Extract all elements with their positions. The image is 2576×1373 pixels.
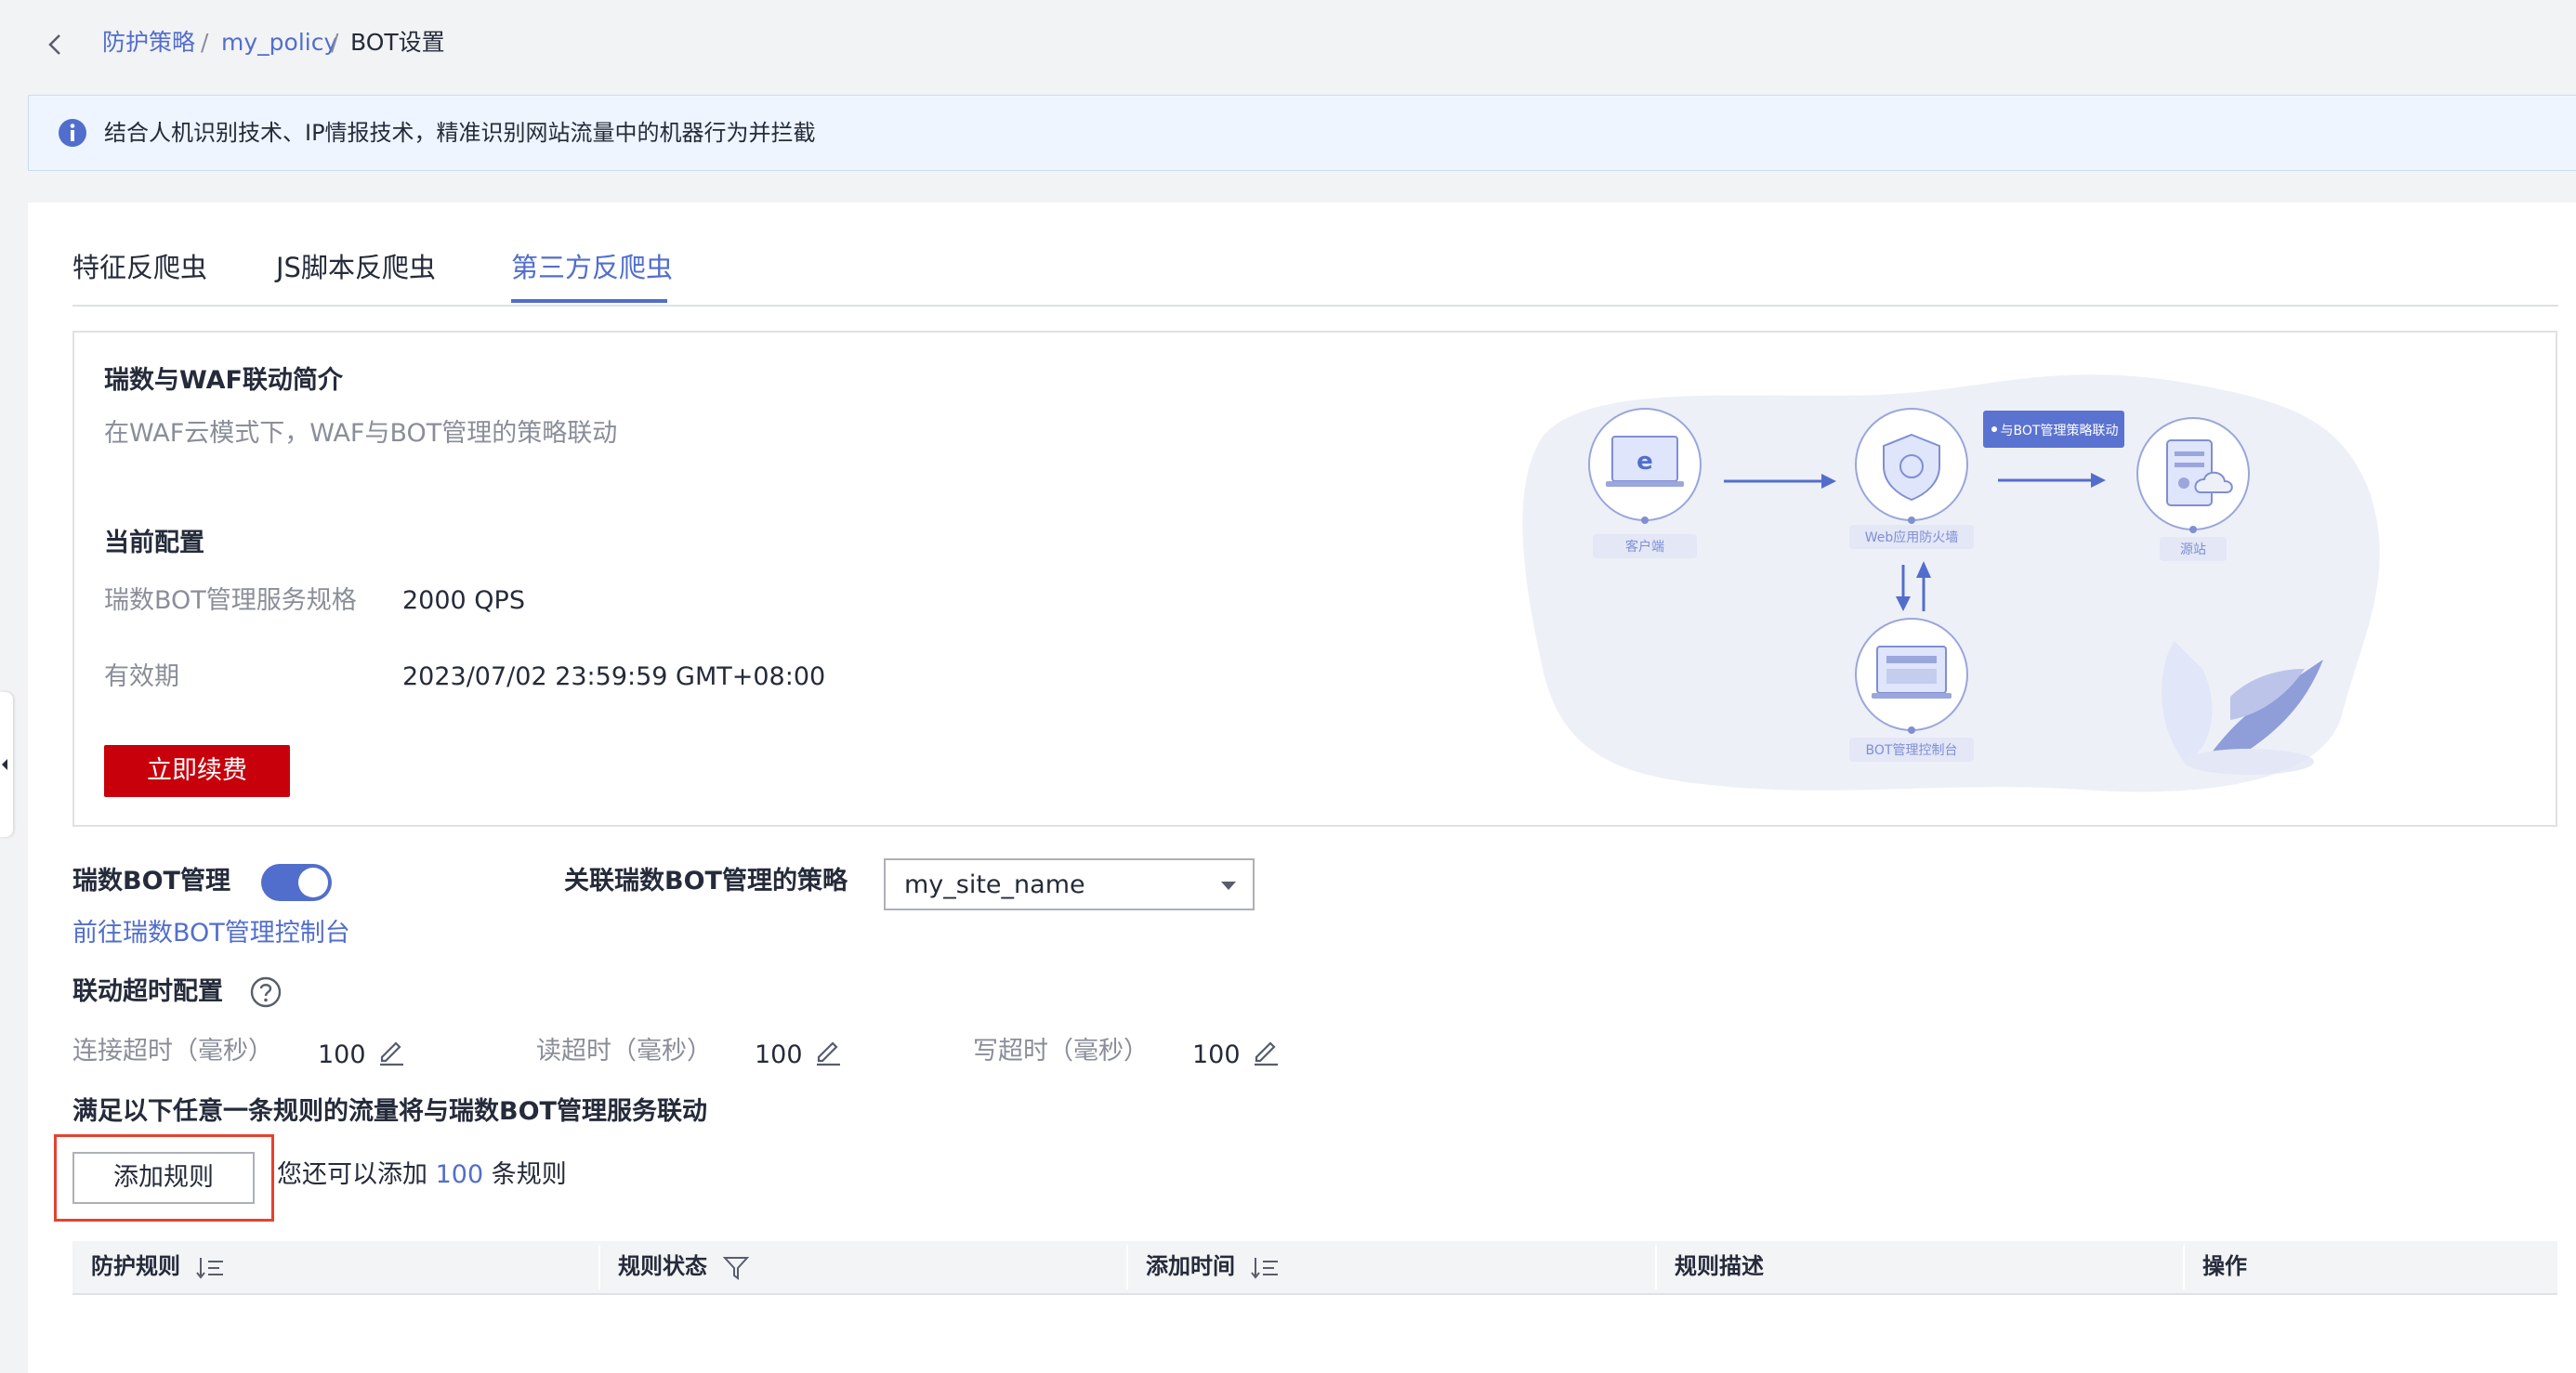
bot-management-label: 瑞数BOT管理 xyxy=(72,867,230,896)
active-tab-indicator xyxy=(511,299,667,303)
breadcrumb-separator: / xyxy=(331,29,339,56)
column-header-status: 规则状态 xyxy=(618,1253,707,1279)
read-timeout-value: 100 xyxy=(755,1040,803,1069)
svg-text:e: e xyxy=(1636,448,1653,476)
sidebar-collapse-handle[interactable] xyxy=(0,692,13,837)
origin-label: 源站 xyxy=(2180,543,2206,557)
tab-third-party-anticrawler[interactable]: 第三方反爬虫 xyxy=(511,249,673,286)
column-header-actions: 操作 xyxy=(2202,1253,2247,1279)
intro-subtitle: 在WAF云模式下，WAF与BOT管理的策略联动 xyxy=(104,419,618,448)
column-header-added-time: 添加时间 xyxy=(1146,1253,1235,1279)
current-config-title: 当前配置 xyxy=(104,529,204,557)
client-label: 客户端 xyxy=(1625,539,1664,555)
banner-text: 结合人机识别技术、IP情报技术，精准识别网站流量中的机器行为并拦截 xyxy=(104,120,816,146)
intro-title: 瑞数与WAF联动简介 xyxy=(104,366,343,395)
breadcrumb-my-policy[interactable]: my_policy xyxy=(221,28,337,58)
filter-icon[interactable] xyxy=(722,1254,750,1282)
timeout-config-title: 联动超时配置 xyxy=(72,977,223,1006)
bot-console-link[interactable]: 前往瑞数BOT管理控制台 xyxy=(72,916,350,951)
column-divider xyxy=(1126,1245,1128,1289)
bot-management-toggle[interactable] xyxy=(261,864,332,901)
tab-divider xyxy=(72,305,2558,307)
edit-connect-timeout-icon[interactable] xyxy=(375,1035,407,1066)
waf-node xyxy=(1849,408,1974,549)
waf-label: Web应用防火墙 xyxy=(1865,530,1959,545)
policy-label: 关联瑞数BOT管理的策略 xyxy=(564,867,848,896)
console-label: BOT管理控制台 xyxy=(1866,743,1958,758)
connect-timeout-value: 100 xyxy=(318,1040,366,1069)
help-icon[interactable] xyxy=(249,975,283,1009)
chevron-left-icon xyxy=(2,759,7,770)
linkage-diagram: e 客户端 Web应用防火墙 与BOT管理策略联动 源站 BOT管理控制台 xyxy=(1522,374,2380,792)
tab-js-anticrawler[interactable]: JS脚本反爬虫 xyxy=(276,249,436,286)
sort-icon[interactable] xyxy=(1250,1254,1281,1282)
read-timeout-label: 读超时（毫秒） xyxy=(536,1037,712,1066)
add-rule-button[interactable]: 添加规则 xyxy=(72,1152,255,1204)
sort-icon[interactable] xyxy=(195,1254,227,1282)
validity-label: 有效期 xyxy=(104,662,179,691)
column-divider xyxy=(598,1245,600,1289)
policy-select[interactable]: my_site_name xyxy=(884,858,1255,910)
edit-write-timeout-icon[interactable] xyxy=(1250,1035,1281,1066)
breadcrumb-protection-policy[interactable]: 防护策略 xyxy=(102,28,195,58)
chevron-down-icon xyxy=(1221,882,1236,890)
connect-timeout-label: 连接超时（毫秒） xyxy=(72,1037,273,1066)
rules-hint: 您还可以添加 100 条规则 xyxy=(277,1157,567,1193)
info-icon xyxy=(59,119,86,147)
console-node xyxy=(1849,618,1974,762)
column-header-description: 规则描述 xyxy=(1675,1253,1764,1279)
rules-hint-prefix: 您还可以添加 xyxy=(277,1160,427,1189)
breadcrumb-current: BOT设置 xyxy=(350,29,445,56)
write-timeout-value: 100 xyxy=(1192,1040,1241,1069)
column-header-rule: 防护规则 xyxy=(91,1253,180,1279)
validity-value: 2023/07/02 23:59:59 GMT+08:00 xyxy=(402,662,826,691)
renew-button[interactable]: 立即续费 xyxy=(104,745,290,797)
callout-text: 与BOT管理策略联动 xyxy=(2001,423,2119,438)
rules-hint-suffix: 条规则 xyxy=(491,1160,567,1189)
toggle-knob xyxy=(298,868,328,897)
rules-title: 满足以下任意一条规则的流量将与瑞数BOT管理服务联动 xyxy=(72,1097,707,1126)
tab-feature-anticrawler[interactable]: 特征反爬虫 xyxy=(72,249,207,286)
policy-select-value: my_site_name xyxy=(904,870,1085,899)
back-arrow-icon[interactable] xyxy=(37,26,74,63)
column-divider xyxy=(2183,1245,2185,1289)
breadcrumb-separator: / xyxy=(201,29,209,56)
column-divider xyxy=(1655,1245,1657,1289)
write-timeout-label: 写超时（毫秒） xyxy=(973,1037,1149,1066)
edit-read-timeout-icon[interactable] xyxy=(812,1035,844,1066)
spec-value: 2000 QPS xyxy=(402,586,525,615)
spec-label: 瑞数BOT管理服务规格 xyxy=(104,586,357,615)
client-node: e xyxy=(1588,408,1702,558)
rules-hint-count: 100 xyxy=(435,1160,484,1189)
